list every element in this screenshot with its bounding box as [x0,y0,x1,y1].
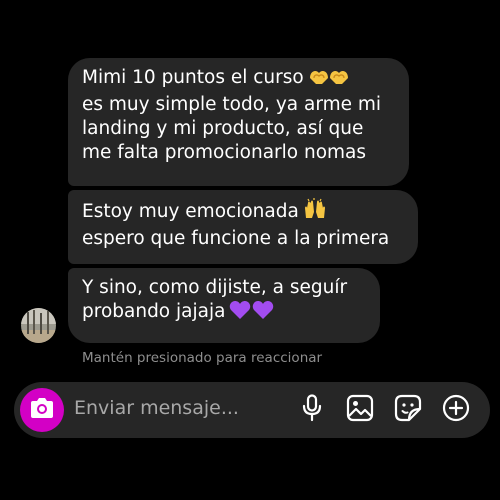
heart-hands-emoji-icon [308,68,350,93]
message-input[interactable]: Enviar mensaje... [74,397,239,419]
sticker-icon [394,394,422,426]
message-1-line-2: es muy simple todo, ya arme mi [82,94,382,115]
message-3-line-1: Y sino, como dijiste, a seguír [82,277,348,298]
avatar[interactable] [21,308,56,343]
message-text: Mimi 10 puntos el curso [82,67,304,88]
camera-button[interactable] [20,388,64,432]
camera-icon [29,397,55,423]
raising-hands-emoji-icon [303,198,327,227]
message-1-line-3: landing y mi producto, así que [82,118,364,139]
sticker-button[interactable] [392,394,424,426]
plus-circle-icon [442,394,470,426]
message-1-line-1: Mimi 10 puntos el curso [82,66,397,93]
reaction-hint: Mantén presionado para reaccionar [82,350,323,366]
purple-hearts-emoji-icon [229,300,275,327]
microphone-icon [301,394,323,426]
message-2-line-2: espero que funcione a la primera [82,228,390,249]
message-composer: Enviar mensaje... [14,382,490,438]
message-text: Estoy muy emocionada [82,201,299,222]
add-button[interactable] [440,394,472,426]
message-1-line-4: me falta promocionarlo nomas [82,142,367,163]
gallery-icon [346,394,374,426]
message-bubble-3[interactable]: Y sino, como dijiste, a seguír probando … [68,268,380,343]
message-text: probando jajaja [82,301,226,322]
message-bubble-2[interactable]: Estoy muy emocionada espero que funcione… [68,190,418,264]
message-bubble-1[interactable]: Mimi 10 puntos el curso es muy simple to… [68,58,409,186]
gallery-button[interactable] [344,394,376,426]
message-3-line-2: probando jajaja [82,300,368,327]
message-2-line-1: Estoy muy emocionada [82,198,406,227]
microphone-button[interactable] [296,394,328,426]
